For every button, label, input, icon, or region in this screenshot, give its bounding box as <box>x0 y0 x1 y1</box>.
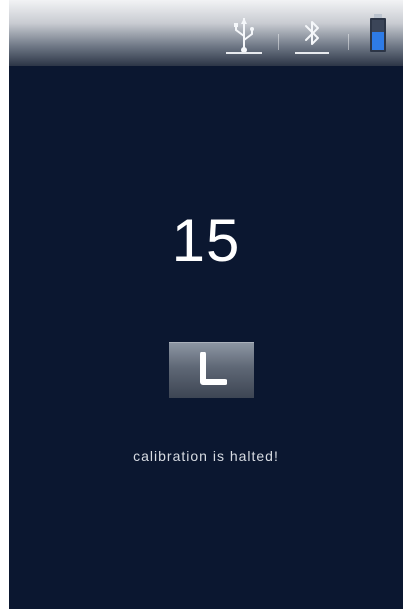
count-display: 15 <box>171 207 241 274</box>
status-divider <box>278 34 279 50</box>
device-screen: 15 calibration is halted! <box>9 0 403 609</box>
pose-button[interactable] <box>169 342 254 398</box>
usb-indicator-line <box>226 52 262 54</box>
l-shape-pose-icon <box>200 352 227 385</box>
status-bar <box>9 0 403 66</box>
bluetooth-indicator-line <box>295 52 329 54</box>
calibration-status-text: calibration is halted! <box>133 448 279 464</box>
bluetooth-icon <box>305 21 319 45</box>
status-divider <box>348 34 349 50</box>
usb-icon <box>234 18 254 53</box>
battery-icon <box>370 14 386 52</box>
